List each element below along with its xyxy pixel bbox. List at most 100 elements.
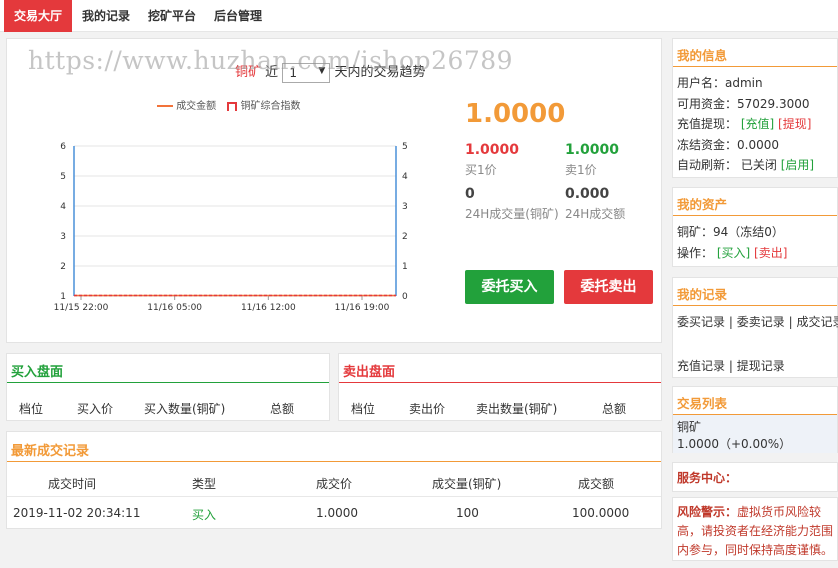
- buy-book-panel: 买入盘面 档位 买入价 买入数量(铜矿) 总额: [6, 353, 330, 421]
- y-left-tick-label: 5: [60, 172, 66, 182]
- last-price: 1.0000: [465, 99, 566, 129]
- trend-chart: 1 2 3 4 5 6 0 1 2 3 4 5 11/15 22:00 11/16 05:00 11/16 …: [54, 142, 408, 313]
- my-info-title: 我的信息: [677, 48, 728, 63]
- watermark: https://www.huzhan.com/ishop26789: [28, 46, 514, 75]
- vol-24h: 0: [465, 186, 475, 202]
- asset-line: 铜矿：94（冻结0）: [677, 225, 784, 239]
- x-tick-label: 11/16 12:00: [241, 303, 296, 313]
- records-row-2: 充值记录 | 提现记录: [677, 357, 785, 374]
- sell-book-col-total: 总额: [602, 402, 627, 416]
- trades-col-qty: 成交量(铜矿): [432, 477, 502, 491]
- enable-refresh-link[interactable]: [启用]: [781, 158, 814, 172]
- buy-book-col-price: 买入价: [77, 402, 114, 416]
- nav-trading-hall[interactable]: 交易大厅: [4, 0, 72, 32]
- risk-text-3: 内参与，同时保持高度谨慎。: [677, 543, 834, 557]
- risk-text-2: 高，请投资者在经济能力范围: [677, 524, 834, 538]
- nav-mining-platform[interactable]: 挖矿平台: [142, 0, 202, 32]
- available-balance: 可用资金：57029.3000: [677, 97, 810, 111]
- my-info-box: 我的信息 用户名：admin 可用资金：57029.3000 充值提现： [充值…: [672, 38, 838, 178]
- y-right-tick-label: 5: [402, 142, 408, 152]
- risk-line-1: 风险警示：虚拟货币风险较: [677, 503, 821, 520]
- records-row-1: 委买记录 | 委卖记录 | 成交记录: [677, 313, 838, 330]
- trade-list-box: 交易列表 铜矿 1.0000（+0.00%）: [672, 386, 838, 453]
- buy-book-title: 买入盘面: [11, 365, 64, 380]
- asset-op-label: 操作：: [677, 246, 714, 260]
- top-nav: 交易大厅 我的记录 挖矿平台 后台管理: [0, 0, 838, 32]
- my-records-title: 我的记录: [677, 287, 728, 302]
- trades-col-type: 类型: [192, 477, 217, 491]
- y-right-tick-label: 1: [402, 262, 408, 272]
- y-left-tick-label: 1: [60, 292, 66, 302]
- service-box: 服务中心：: [672, 462, 838, 492]
- buy-book-col-level: 档位: [19, 402, 44, 416]
- market-panel: 铜矿 近 1 ▼ 天内的交易趋势 成交金额 铜矿综合指数 12345601234…: [6, 38, 662, 343]
- withdraw-records-link[interactable]: 提现记录: [737, 359, 785, 373]
- trade-list-coin: 铜矿: [677, 420, 702, 434]
- y-right-tick-label: 4: [402, 172, 408, 182]
- sell-orders-link[interactable]: 委卖记录: [737, 315, 785, 329]
- asset-buy-link[interactable]: [买入]: [717, 246, 750, 260]
- vol-24h-label: 24H成交量(铜矿): [465, 207, 559, 221]
- trade-qty: 100: [456, 506, 479, 520]
- sell1-label: 卖1价: [565, 163, 597, 177]
- recharge-label: 充值提现：: [677, 117, 738, 131]
- separator: |: [728, 359, 733, 373]
- auto-refresh-state: 已关闭: [740, 158, 777, 172]
- y-left-tick-label: 3: [60, 232, 66, 242]
- trade-price: 1.0000: [316, 506, 358, 520]
- trade-type: 买入: [192, 508, 217, 522]
- trades-col-price: 成交价: [316, 477, 353, 491]
- x-tick-label: 11/15 22:00: [54, 303, 109, 313]
- y-right-tick-label: 3: [402, 202, 408, 212]
- auto-refresh-label: 自动刷新：: [677, 158, 738, 172]
- amount-24h-label: 24H成交额: [565, 207, 626, 221]
- deals-link[interactable]: 成交记录: [796, 315, 838, 329]
- auto-refresh-row: 自动刷新： 已关闭 [启用]: [677, 156, 814, 173]
- recharge-records-link[interactable]: 充值记录: [677, 359, 725, 373]
- y-right-tick-label: 0: [402, 292, 408, 302]
- trade-amount: 100.0000: [572, 506, 630, 520]
- list-item[interactable]: 铜矿 1.0000（+0.00%）: [673, 415, 837, 453]
- buy-order-button[interactable]: 委托买入: [465, 270, 554, 304]
- trades-col-amount: 成交额: [578, 477, 615, 491]
- trades-title: 最新成交记录: [11, 444, 90, 459]
- risk-label: 风险警示：: [677, 505, 738, 519]
- username: 用户名：admin: [677, 76, 763, 90]
- buy-book-col-qty: 买入数量(铜矿): [144, 402, 226, 416]
- buy1-price: 1.0000: [465, 142, 520, 158]
- risk-text-1: 虚拟货币风险较: [737, 505, 822, 519]
- my-assets-title: 我的资产: [677, 197, 728, 212]
- sell-book-panel: 卖出盘面 档位 卖出价 卖出数量(铜矿) 总额: [338, 353, 662, 421]
- amount-24h: 0.000: [565, 186, 610, 202]
- y-left-tick-label: 2: [60, 262, 66, 272]
- recharge-row: 充值提现： [充值] [提现]: [677, 115, 811, 132]
- sell-book-col-qty: 卖出数量(铜矿): [476, 402, 558, 416]
- y-left-tick-label: 6: [60, 142, 66, 152]
- buy1-label: 买1价: [465, 163, 497, 177]
- y-left-tick-label: 4: [60, 202, 66, 212]
- frozen-balance: 冻结资金：0.0000: [677, 138, 779, 152]
- nav-my-records[interactable]: 我的记录: [76, 0, 136, 32]
- separator: |: [788, 315, 793, 329]
- trade-time: 2019-11-02 20:34:11: [13, 506, 141, 520]
- y-right-tick-label: 2: [402, 232, 408, 242]
- service-title: 服务中心：: [677, 471, 738, 485]
- trades-panel: 最新成交记录 成交时间 类型 成交价 成交量(铜矿) 成交额 2019-11-0…: [6, 431, 662, 529]
- withdraw-link[interactable]: [提现]: [778, 117, 811, 131]
- buy-book-col-total: 总额: [270, 402, 295, 416]
- asset-sell-link[interactable]: [卖出]: [754, 246, 787, 260]
- sell1-price: 1.0000: [565, 142, 620, 158]
- my-assets-box: 我的资产 铜矿：94（冻结0） 操作： [买入] [卖出]: [672, 187, 838, 267]
- asset-op-row: 操作： [买入] [卖出]: [677, 244, 787, 261]
- buy-orders-link[interactable]: 委买记录: [677, 315, 725, 329]
- trades-col-time: 成交时间: [48, 477, 97, 491]
- trade-list-quote: 1.0000（+0.00%）: [677, 437, 792, 451]
- x-tick-label: 11/16 19:00: [335, 303, 390, 313]
- sell-book-col-price: 卖出价: [409, 402, 446, 416]
- recharge-link[interactable]: [充值]: [741, 117, 774, 131]
- sell-order-button[interactable]: 委托卖出: [564, 270, 653, 304]
- x-tick-label: 11/16 05:00: [147, 303, 202, 313]
- separator: |: [728, 315, 733, 329]
- nav-admin[interactable]: 后台管理: [208, 0, 268, 32]
- my-records-box: 我的记录 委买记录 | 委卖记录 | 成交记录 充值记录 | 提现记录: [672, 277, 838, 378]
